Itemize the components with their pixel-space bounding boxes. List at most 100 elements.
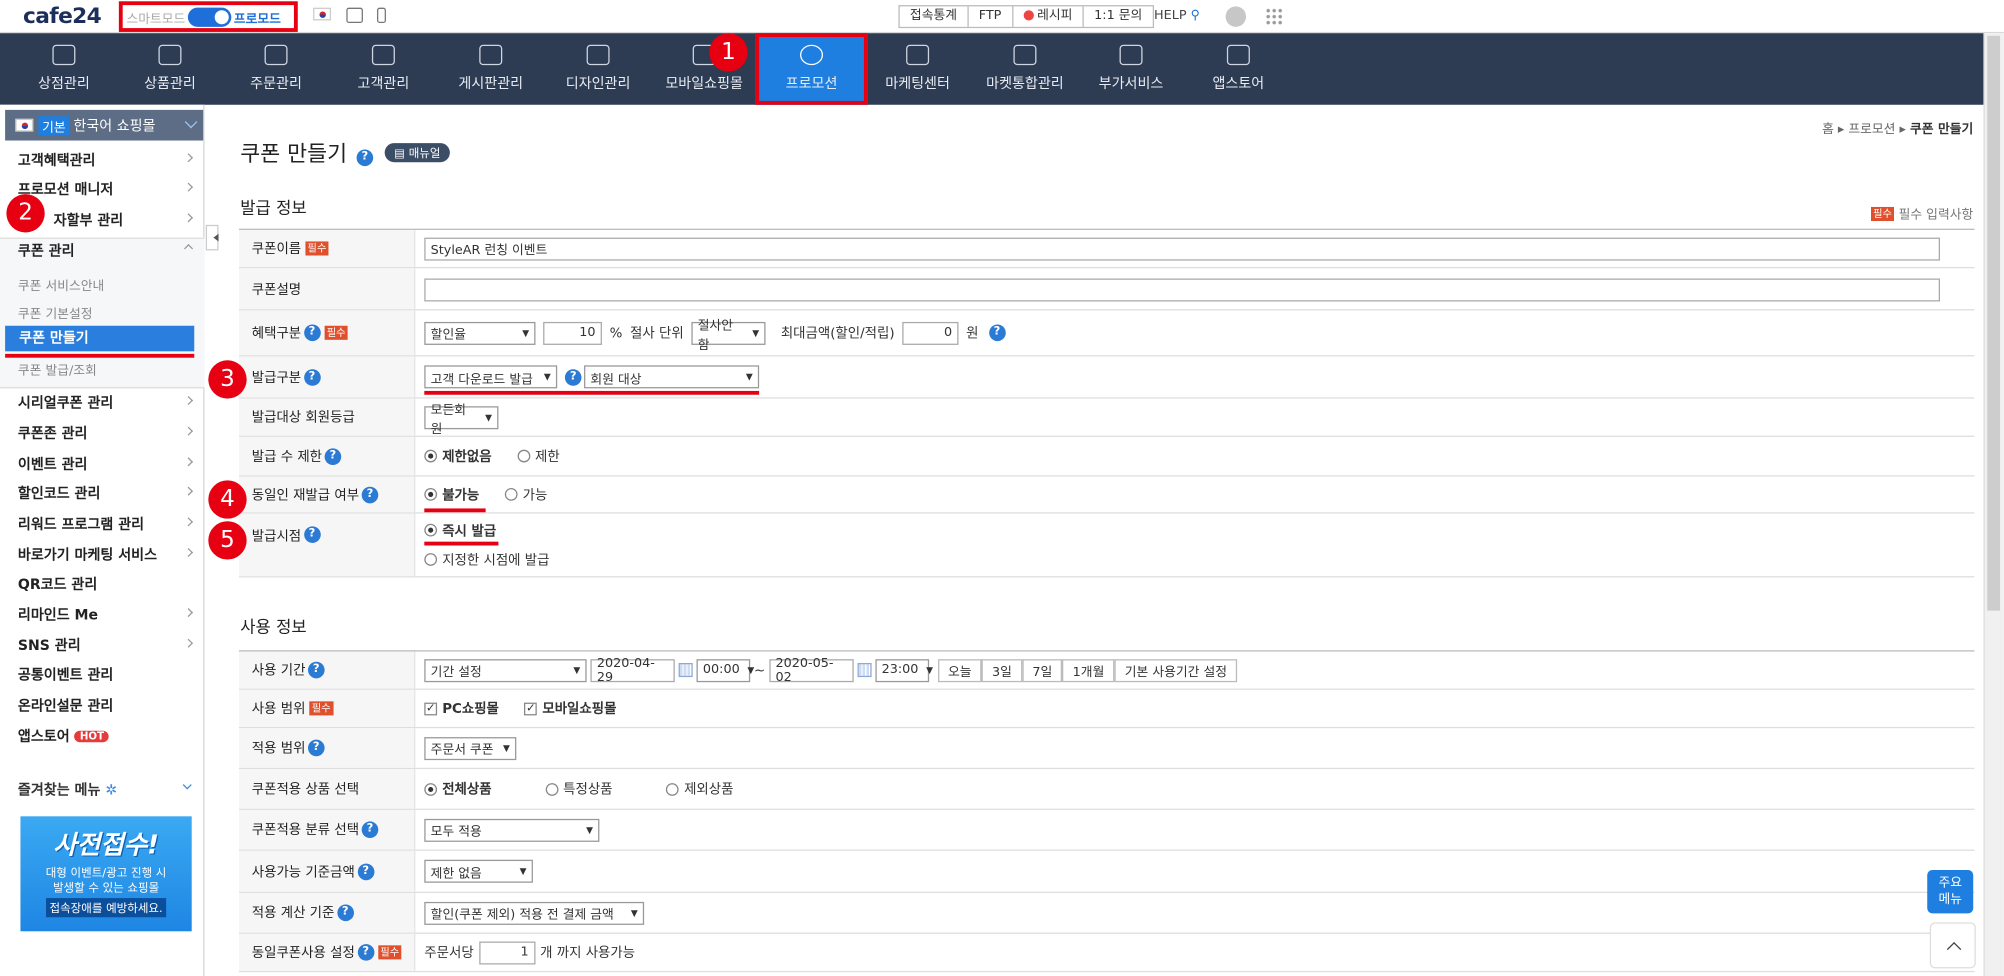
pro-mode-label[interactable]: 프로모드: [234, 7, 281, 26]
nav-marketing[interactable]: 마케팅센터: [865, 33, 970, 105]
mode-switch[interactable]: [187, 7, 232, 27]
coupon-desc-input[interactable]: [424, 278, 1941, 302]
breadcrumb-promotion[interactable]: 프로모션: [1848, 123, 1895, 137]
period-type-select[interactable]: 기간 설정: [424, 658, 587, 682]
nav-board[interactable]: 게시판관리: [438, 33, 543, 105]
reissue-yes-radio[interactable]: 가능: [504, 485, 547, 504]
recipe-link[interactable]: 레시피: [1013, 6, 1084, 27]
limit-radio[interactable]: 제한: [517, 446, 560, 465]
help-icon[interactable]: ?: [361, 486, 379, 503]
scrollbar-thumb[interactable]: [1987, 35, 2001, 611]
apps-grid-icon[interactable]: [1265, 7, 1284, 26]
ftp-link[interactable]: FTP: [968, 6, 1013, 27]
help-icon[interactable]: ?: [356, 149, 374, 167]
product-all-radio[interactable]: 전체상품: [424, 779, 492, 798]
sidebar-item-event[interactable]: 이벤트 관리: [18, 454, 88, 474]
reissue-no-radio[interactable]: 불가능: [424, 485, 479, 504]
sidebar-sub-issue[interactable]: 쿠폰 발급/조회: [18, 359, 97, 378]
manual-button[interactable]: ▤ 매뉴얼: [385, 143, 450, 163]
help-icon[interactable]: ?: [324, 447, 342, 465]
sidebar-item-shortcut[interactable]: 바로가기 마케팅 서비스: [18, 544, 157, 564]
help-icon[interactable]: ?: [336, 904, 354, 922]
pc-icon[interactable]: [346, 7, 363, 23]
help-icon[interactable]: ?: [303, 324, 321, 342]
sidebar-item-reward[interactable]: 리워드 프로그램 관리: [18, 514, 144, 534]
calendar-icon[interactable]: [678, 663, 693, 678]
avatar[interactable]: [1225, 6, 1247, 27]
sidebar-item-survey[interactable]: 온라인설문 관리: [18, 695, 113, 715]
help-icon[interactable]: ?: [303, 526, 321, 543]
period-7d-button[interactable]: 7일: [1022, 658, 1063, 682]
sidebar-item-couponzone[interactable]: 쿠폰존 관리: [18, 423, 88, 443]
coupon-name-input[interactable]: StyleAR 런칭 이벤트: [424, 236, 1941, 260]
calendar-icon[interactable]: [857, 663, 872, 678]
sidebar-item-serial[interactable]: 시리얼쿠폰 관리: [18, 392, 113, 412]
nav-appstore[interactable]: 앱스토어: [1186, 33, 1291, 105]
same-count-input[interactable]: 1: [478, 940, 536, 964]
sidebar-sub-settings[interactable]: 쿠폰 기본설정: [18, 303, 93, 322]
help-icon[interactable]: ?: [303, 368, 321, 386]
period-today-button[interactable]: 오늘: [937, 658, 982, 682]
limit-none-radio[interactable]: 제한없음: [424, 446, 492, 465]
nav-store[interactable]: 상점관리: [13, 33, 115, 105]
sidebar-item-sns[interactable]: SNS 관리: [18, 635, 81, 655]
sidebar-item-coupon[interactable]: 쿠폰 관리: [18, 240, 75, 260]
help-button[interactable]: HELP ⚲: [1154, 9, 1200, 23]
pc-checkbox[interactable]: ✓ PC쇼핑몰: [424, 699, 499, 718]
cafe24-logo[interactable]: cafe24: [23, 4, 102, 30]
mobile-checkbox[interactable]: ✓ 모바일쇼핑몰: [524, 699, 616, 718]
sidebar-item-qr[interactable]: QR코드 관리: [18, 574, 97, 594]
end-date-input[interactable]: 2020-05-02: [769, 656, 854, 684]
help-icon[interactable]: ?: [357, 944, 374, 961]
favorites-menu[interactable]: 즐겨찾는 메뉴 ✲: [18, 779, 117, 799]
issue-scheduled-radio[interactable]: 지정한 시점에 발급: [424, 550, 550, 569]
min-amount-select[interactable]: 제한 없음: [424, 859, 533, 883]
quick-menu-button[interactable]: 주요 메뉴: [1927, 869, 1974, 914]
cut-select[interactable]: 절사안함: [691, 319, 766, 352]
inquiry-link[interactable]: 1:1 문의: [1084, 6, 1153, 26]
product-exclude-radio[interactable]: 제외상품: [666, 779, 733, 798]
mode-toggle[interactable]: 스마트모드 프로모드: [118, 1, 298, 32]
benefit-value-input[interactable]: 10: [543, 321, 602, 345]
smart-mode-label[interactable]: 스마트모드: [127, 7, 186, 26]
product-specific-radio[interactable]: 특정상품: [545, 779, 613, 798]
sidebar-sub-guide[interactable]: 쿠폰 서비스안내: [18, 275, 104, 294]
period-3d-button[interactable]: 3일: [981, 658, 1023, 682]
benefit-type-select[interactable]: 할인율: [424, 321, 536, 345]
promo-banner[interactable]: 사전접수! 대형 이벤트/광고 진행 시 발생할 수 있는 쇼핑몰 접속장애를 …: [20, 816, 192, 932]
start-date-input[interactable]: 2020-04-29: [590, 656, 675, 684]
shop-selector[interactable]: 기본 한국어 쇼핑몰: [5, 109, 204, 141]
issue-kind-select[interactable]: 고객 다운로드 발급: [424, 365, 558, 389]
nav-order[interactable]: 주문관리: [225, 33, 327, 105]
korea-flag-icon[interactable]: [313, 7, 332, 21]
help-icon[interactable]: ?: [564, 368, 582, 386]
scroll-top-button[interactable]: [1929, 922, 1976, 969]
calc-basis-select[interactable]: 할인(쿠폰 제외) 적용 전 결제 금액: [424, 901, 645, 925]
help-icon[interactable]: ?: [307, 661, 325, 679]
nav-product[interactable]: 상품관리: [119, 33, 221, 105]
help-icon[interactable]: ?: [307, 739, 325, 757]
end-time-select[interactable]: 23:00: [875, 658, 929, 682]
help-icon[interactable]: ?: [361, 821, 379, 839]
stats-link[interactable]: 접속통계: [900, 6, 969, 27]
target-select[interactable]: 회원 대상: [584, 365, 760, 389]
start-time-select[interactable]: 00:00: [696, 658, 751, 682]
issue-now-radio[interactable]: 즉시 발급: [424, 521, 496, 540]
sidebar-item-benefit[interactable]: 고객혜택관리: [18, 149, 96, 169]
nav-customer[interactable]: 고객관리: [332, 33, 434, 105]
sidebar-item-common-event[interactable]: 공통이벤트 관리: [18, 664, 113, 684]
sidebar-item-discount-code[interactable]: 할인코드 관리: [18, 483, 101, 503]
nav-market[interactable]: 마켓통합관리: [973, 33, 1078, 105]
sidebar-item-appstore[interactable]: 앱스토어 HOT: [18, 726, 110, 746]
nav-design[interactable]: 디자인관리: [546, 33, 651, 105]
breadcrumb-home[interactable]: 홈: [1822, 123, 1834, 137]
sidebar-item-installment[interactable]: 자할부 관리: [54, 210, 124, 230]
nav-promotion[interactable]: 프로모션: [755, 33, 868, 105]
apply-scope-select[interactable]: 주문서 쿠폰: [424, 736, 517, 760]
category-select[interactable]: 모두 적용: [424, 818, 600, 842]
grade-select[interactable]: 모든회원: [424, 403, 499, 436]
period-1m-button[interactable]: 1개월: [1062, 658, 1115, 682]
nav-addon[interactable]: 부가서비스: [1079, 33, 1184, 105]
sidebar-sub-create[interactable]: 쿠폰 만들기: [5, 325, 195, 352]
sidebar-item-remind[interactable]: 리마인드 Me: [18, 604, 98, 624]
